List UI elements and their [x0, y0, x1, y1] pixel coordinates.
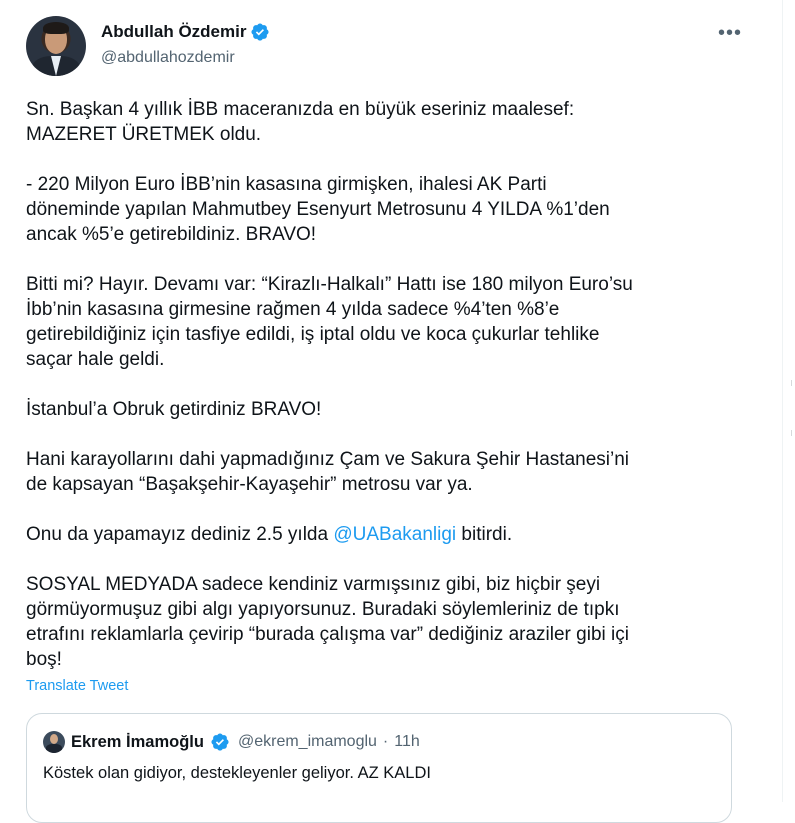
verified-badge-icon	[211, 733, 229, 751]
quoted-tweet-card[interactable]: Ekrem İmamoğlu @ekrem_imamoglu · 11h Kös…	[26, 713, 732, 823]
tweet-text: Sn. Başkan 4 yıllık İBB maceranızda en b…	[26, 97, 726, 697]
quoted-avatar-face	[50, 734, 58, 744]
author-name-row: Abdullah Özdemir	[101, 22, 270, 42]
tweet-paragraph: SOSYAL MEDYADA sadece kendiniz varmışsın…	[26, 574, 629, 670]
tweet-paragraph: Bitti mi? Hayır. Devamı var: “Kirazlı-Ha…	[26, 274, 633, 370]
mention-line-before: Onu da yapamayız dediniz 2.5 yılda	[26, 524, 334, 545]
author-display-name[interactable]: Abdullah Özdemir	[101, 22, 246, 42]
quoted-tweet-header: Ekrem İmamoğlu @ekrem_imamoglu · 11h	[43, 731, 420, 753]
mention-link[interactable]: @UABakanligi	[333, 524, 456, 545]
translate-tweet-link[interactable]: Translate Tweet	[26, 678, 128, 694]
quoted-author-name[interactable]: Ekrem İmamoğlu	[71, 733, 204, 752]
quoted-avatar-suit	[46, 744, 62, 753]
quoted-tweet-text: Köstek olan gidiyor, destekleyenler geli…	[43, 764, 431, 782]
quoted-timestamp[interactable]: 11h	[394, 733, 420, 751]
scroll-marker	[791, 430, 792, 436]
tweet-header: Abdullah Özdemir @abdullahozdemir •••	[26, 16, 748, 80]
verified-badge-icon	[251, 23, 270, 41]
mention-line-after: bitirdi.	[456, 524, 513, 545]
author-avatar[interactable]	[26, 16, 86, 76]
more-options-button[interactable]: •••	[712, 20, 748, 46]
scroll-marker	[791, 380, 792, 386]
tweet-paragraph-mention: Onu da yapamayız dediniz 2.5 yılda @UABa…	[26, 522, 726, 547]
avatar-hair	[43, 22, 69, 34]
quoted-author-avatar[interactable]	[43, 731, 65, 753]
tweet-paragraph: - 220 Milyon Euro İBB’nin kasasına girmi…	[26, 174, 610, 245]
tweet-paragraph: İstanbul’a Obruk getirdiniz BRAVO!	[26, 399, 322, 420]
tweet-container: Abdullah Özdemir @abdullahozdemir ••• Sn…	[0, 0, 783, 823]
tweet-paragraph: Sn. Başkan 4 yıllık İBB maceranızda en b…	[26, 99, 575, 145]
quoted-separator: ·	[382, 733, 389, 750]
scrollbar-track[interactable]	[783, 0, 795, 802]
tweet-paragraph: Hani karayollarını dahi yapmadığınız Çam…	[26, 449, 630, 495]
quoted-author-handle[interactable]: @ekrem_imamoglu	[238, 733, 377, 751]
author-handle[interactable]: @abdullahozdemir	[101, 49, 235, 67]
